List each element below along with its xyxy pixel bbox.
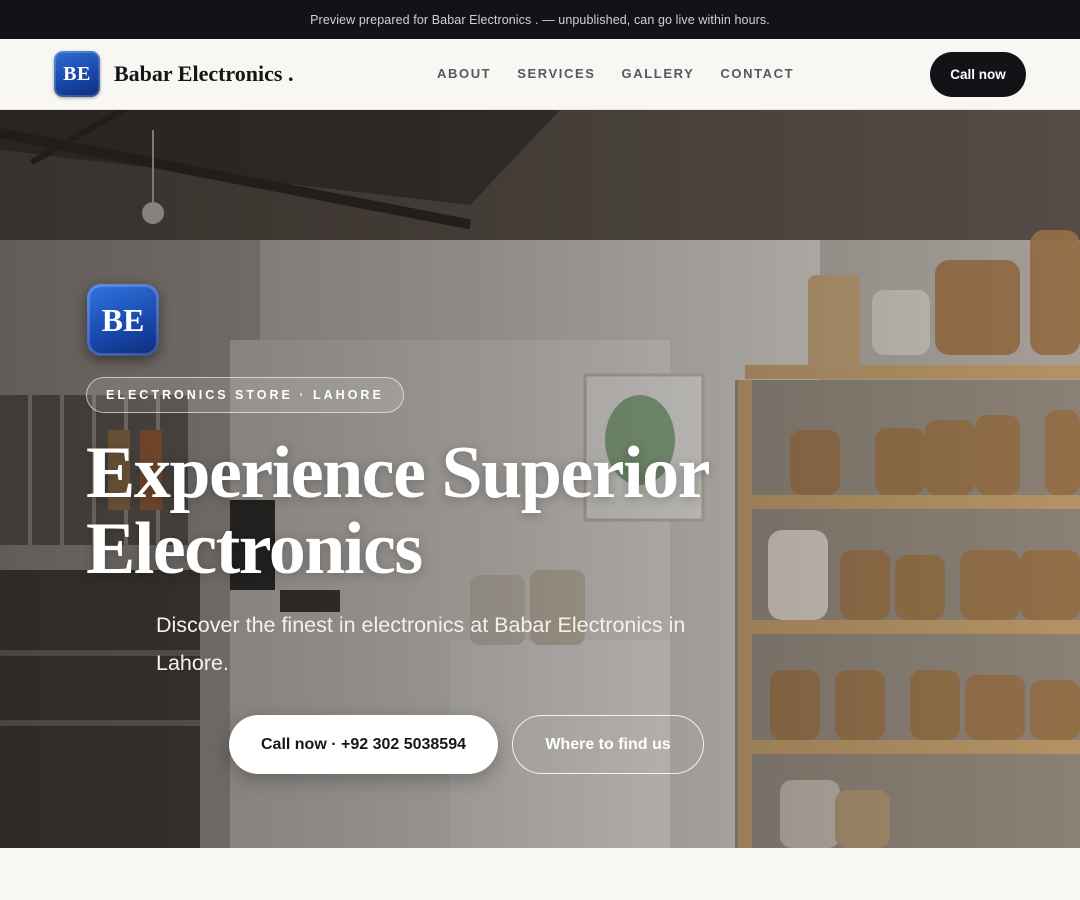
nav-item-contact[interactable]: CONTACT [720, 66, 794, 81]
find-us-button[interactable]: Where to find us [512, 715, 704, 774]
nav-item-gallery[interactable]: GALLERY [622, 66, 695, 81]
preview-banner-text: Preview prepared for Babar Electronics .… [310, 12, 770, 27]
site-header: BE Babar Electronics . ABOUT SERVICES GA… [0, 39, 1080, 110]
hero-subtitle: Discover the finest in electronics at Ba… [156, 613, 686, 675]
hero-section: BE ELECTRONICS STORE · LAHORE Experience… [0, 110, 1080, 848]
call-now-button[interactable]: Call now [930, 52, 1026, 97]
nav-item-services[interactable]: SERVICES [517, 66, 595, 81]
hero-logo: BE [87, 284, 159, 356]
brand-logo[interactable]: BE [54, 51, 100, 97]
brand-name[interactable]: Babar Electronics . [114, 61, 293, 87]
hero-category-tag: ELECTRONICS STORE · LAHORE [86, 377, 404, 413]
preview-banner: Preview prepared for Babar Electronics .… [0, 0, 1080, 39]
hero-title: Experience Superior Electronics [86, 432, 709, 590]
call-phone-button[interactable]: Call now · +92 302 5038594 [229, 715, 498, 774]
next-section [0, 848, 1080, 900]
main-nav: ABOUT SERVICES GALLERY CONTACT [437, 66, 794, 81]
nav-item-about[interactable]: ABOUT [437, 66, 491, 81]
